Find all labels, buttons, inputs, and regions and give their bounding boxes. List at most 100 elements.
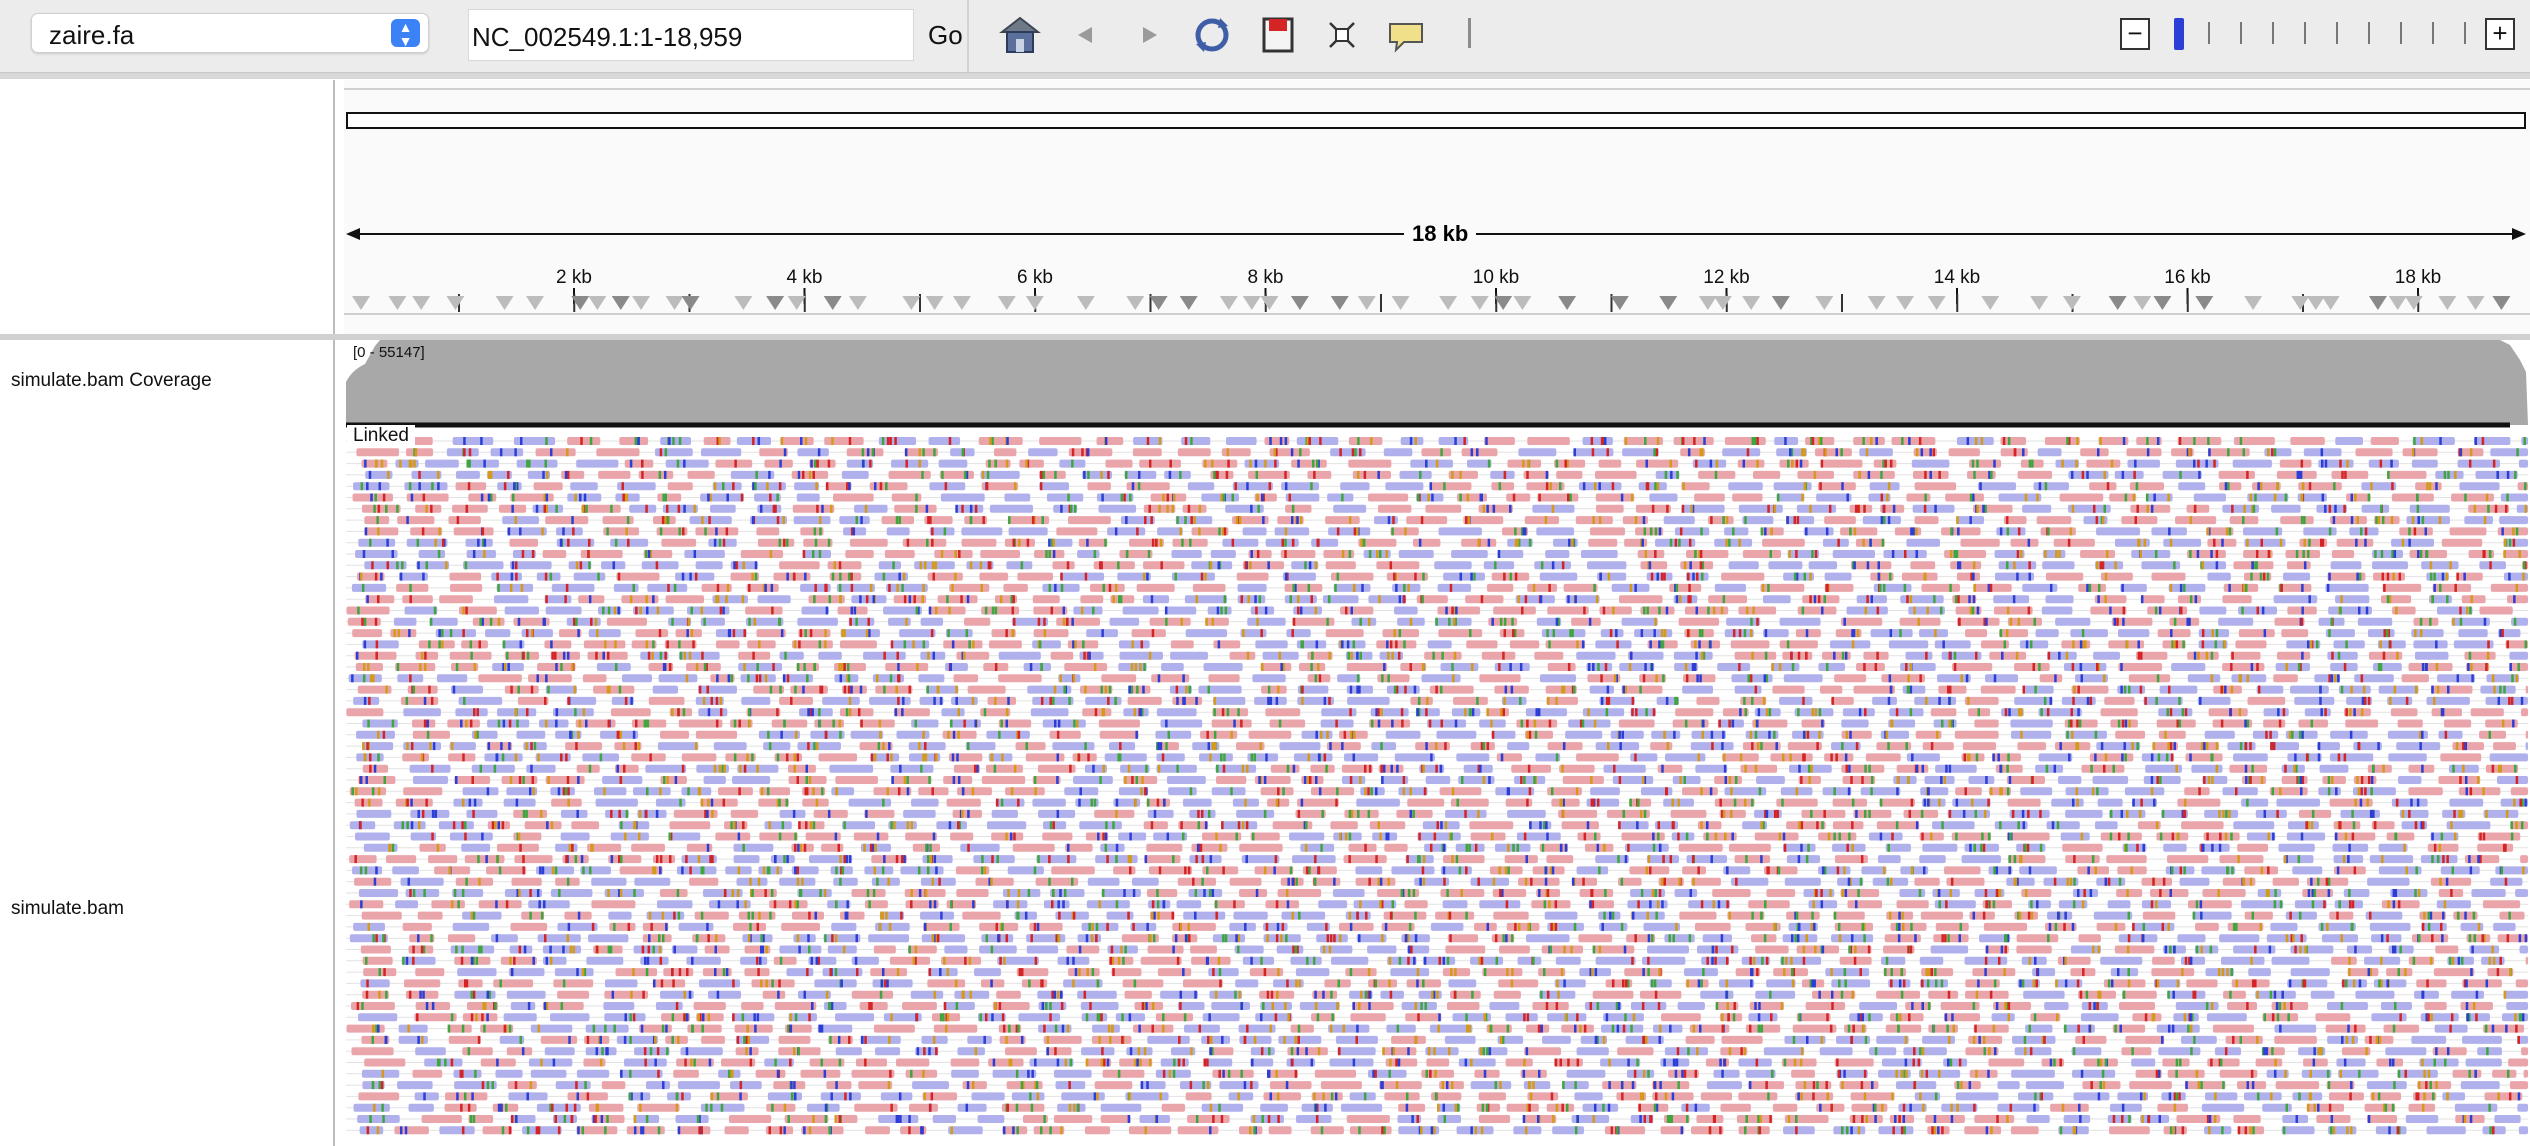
mismatch-base xyxy=(922,753,925,762)
mismatch-base xyxy=(2285,663,2288,671)
aligned-read xyxy=(2411,459,2438,468)
mismatch-base xyxy=(1719,798,1722,807)
mismatch-base xyxy=(713,538,717,547)
aligned-read xyxy=(829,572,862,581)
mismatch-base xyxy=(1516,538,1519,547)
mismatch-base xyxy=(2120,663,2123,671)
aligned-read xyxy=(1691,730,1726,739)
mismatch-base xyxy=(1520,776,1523,784)
mismatch-base xyxy=(1856,629,1860,638)
mismatch-base xyxy=(465,606,468,615)
mismatch-base xyxy=(2252,504,2256,513)
aligned-read xyxy=(1250,606,1275,615)
aligned-read xyxy=(1571,617,1601,626)
aligned-read xyxy=(2222,595,2252,604)
mismatch-base xyxy=(1180,617,1183,626)
aligned-read xyxy=(2336,538,2374,547)
mismatch-base xyxy=(2421,764,2424,773)
mismatch-base xyxy=(1256,550,1260,558)
aligned-read xyxy=(1834,674,1867,683)
aligned-read xyxy=(787,764,816,773)
mismatch-base xyxy=(1801,448,1804,457)
aligned-read xyxy=(1669,583,1702,592)
mismatch-base xyxy=(1699,561,1703,570)
mismatch-base xyxy=(1504,685,1508,694)
mismatch-base xyxy=(2249,493,2253,502)
mismatch-base xyxy=(1428,719,1432,728)
aligned-read xyxy=(2035,764,2064,773)
mismatch-base xyxy=(2354,798,2357,807)
mismatch-base xyxy=(1635,708,1638,717)
mismatch-base xyxy=(1524,595,1528,604)
mismatch-base xyxy=(1349,776,1353,784)
aligned-read xyxy=(503,798,536,807)
mismatch-base xyxy=(722,482,725,491)
mismatch-base xyxy=(778,538,782,547)
mismatch-base xyxy=(1809,572,1812,581)
aligned-read xyxy=(637,809,667,818)
mismatch-base xyxy=(499,448,503,457)
aligned-read xyxy=(2151,572,2186,581)
aligned-read xyxy=(2421,561,2459,570)
mismatch-base xyxy=(383,776,387,784)
mismatch-base xyxy=(931,561,935,570)
mismatch-base xyxy=(957,821,960,830)
mismatch-base xyxy=(1958,617,1961,626)
mismatch-base xyxy=(1054,470,1057,479)
mismatch-base xyxy=(776,753,780,762)
mismatch-base xyxy=(1882,583,1886,592)
mismatch-base xyxy=(652,595,655,604)
mismatch-base xyxy=(866,448,870,457)
aligned-read xyxy=(780,437,814,445)
aligned-read xyxy=(358,776,396,784)
mismatch-base xyxy=(2080,674,2084,683)
aligned-read xyxy=(1980,685,2016,694)
mismatch-base xyxy=(972,640,975,649)
mismatch-base xyxy=(715,527,718,536)
mismatch-base xyxy=(2334,504,2337,513)
mismatch-base xyxy=(1073,504,1077,513)
mismatch-base xyxy=(360,482,364,491)
mismatch-base xyxy=(733,561,736,570)
mismatch-base xyxy=(1756,719,1759,728)
mismatch-base xyxy=(1655,448,1658,457)
mismatch-base xyxy=(2393,550,2397,558)
mismatch-base xyxy=(979,561,983,570)
mismatch-base xyxy=(369,674,373,683)
mismatch-base xyxy=(994,459,997,468)
aligned-read xyxy=(1906,538,1940,547)
mismatch-base xyxy=(1676,470,1679,479)
aligned-read xyxy=(415,504,442,513)
mismatch-base xyxy=(1155,538,1158,547)
aligned-read xyxy=(859,719,895,728)
mismatch-base xyxy=(1749,730,1753,739)
aligned-read xyxy=(621,674,652,683)
aligned-read xyxy=(1269,719,1306,728)
mismatch-base xyxy=(1104,685,1108,694)
mismatch-base xyxy=(2328,504,2332,513)
mismatch-base xyxy=(1775,742,1778,751)
mismatch-base xyxy=(2136,742,2139,751)
mismatch-base xyxy=(824,640,827,649)
mismatch-base xyxy=(469,640,473,649)
mismatch-base xyxy=(838,663,841,671)
alignment-track[interactable] xyxy=(0,0,2530,1146)
mismatch-base xyxy=(1866,595,1869,604)
mismatch-base xyxy=(1864,764,1867,773)
aligned-read xyxy=(1028,448,1058,457)
aligned-read xyxy=(1816,493,1852,502)
mismatch-base xyxy=(1451,470,1454,479)
aligned-read xyxy=(1802,595,1840,604)
aligned-read xyxy=(998,719,1032,728)
mismatch-base xyxy=(733,753,737,762)
mismatch-base xyxy=(1712,606,1716,615)
mismatch-base xyxy=(1435,617,1438,626)
mismatch-base xyxy=(576,809,579,818)
mismatch-base xyxy=(465,504,469,513)
mismatch-base xyxy=(2497,764,2501,773)
mismatch-base xyxy=(2393,685,2397,694)
mismatch-base xyxy=(1896,787,1899,796)
mismatch-base xyxy=(530,742,533,751)
aligned-read xyxy=(1853,685,1895,694)
mismatch-base xyxy=(2058,651,2061,660)
